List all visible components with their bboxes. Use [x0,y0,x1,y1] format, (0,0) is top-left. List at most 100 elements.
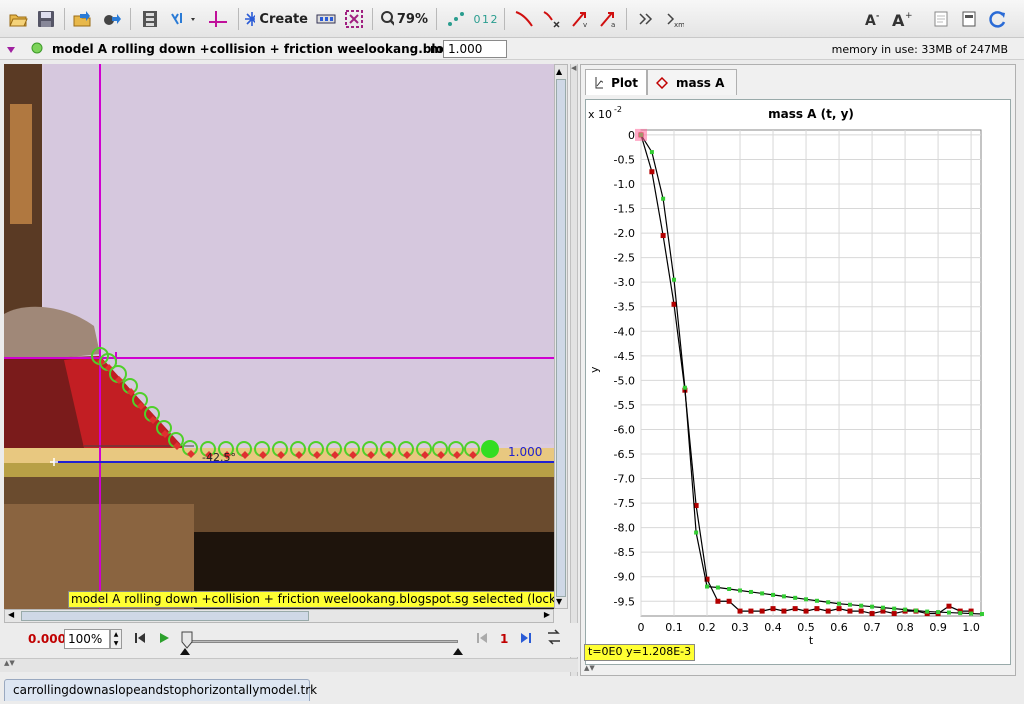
export-icon[interactable] [100,7,124,31]
mass-field[interactable] [443,40,507,58]
tape-value[interactable]: 1.000 [508,445,542,459]
refresh-icon[interactable] [986,7,1010,31]
model-point [672,277,677,282]
bottom-divider[interactable]: ▲▼ [0,658,578,672]
file-tab[interactable]: carrollingdownaslopeandstophorizontallym… [4,679,317,701]
x-tick-label: 0.4 [764,621,782,634]
model-point [771,592,776,597]
tab-plot[interactable]: Plot [585,69,647,95]
open-icon[interactable] [6,7,30,31]
svg-text:A: A [865,13,876,28]
zoom-icon [381,11,394,26]
data-point [748,608,754,614]
font-increase-icon[interactable]: A + [890,7,914,31]
save-icon[interactable] [34,7,58,31]
data-point [649,169,655,175]
plot-pane: Plot mass A 0 0.1 0.2 0.3 0.4 0.5 0.6 0.7 0.8 0.9… [580,64,1016,676]
import-icon[interactable] [70,7,94,31]
y-tick-label: -9.0 [614,571,635,584]
rate-spinner[interactable]: ▲ ▼ [110,629,122,649]
scroll-left-icon[interactable]: ◀ [8,610,14,619]
data-point [946,603,952,609]
step-back-icon[interactable] [476,631,488,648]
pane-expand-icon[interactable]: ▲▼ [584,664,595,672]
divider-left-icon[interactable]: ◀ [571,64,576,72]
model-point [793,595,798,600]
plot-readout: t=0E0 y=1.208E-3 [584,644,696,661]
tape-icon[interactable] [314,7,338,31]
play-icon[interactable] [158,631,170,648]
mass-label: m [430,42,443,56]
axes-icon[interactable] [206,7,230,31]
horizontal-thumb[interactable] [21,611,309,621]
plot-tab-icon [595,76,604,88]
tab-mass-a[interactable]: mass A [647,69,737,95]
calibration-points-icon[interactable]: 0 1 2 [472,7,498,31]
create-button[interactable]: Create [244,7,308,31]
svg-text:v: v [583,21,587,28]
font-decrease-icon[interactable]: A- [862,7,886,31]
mass-icon[interactable]: xm [662,7,686,31]
y-axis-label: y [588,366,601,373]
video-vertical-scrollbar[interactable]: ▲ ▼ [554,64,568,609]
rate-field[interactable] [64,629,110,649]
selected-point-highlight [635,128,647,141]
model-point [727,587,732,591]
end-marker-icon[interactable] [453,645,463,659]
zoom-button[interactable]: 79% [380,7,428,31]
track-menu-icon[interactable] [6,44,16,58]
notes-icon[interactable] [930,7,952,31]
trail-icon[interactable] [634,7,658,31]
acceleration-icon[interactable]: a [596,7,620,31]
x-tick-label: 1.0 [962,621,980,634]
frame-slider-track[interactable] [184,640,458,643]
scroll-up-icon[interactable]: ▲ [556,67,562,76]
video-panel[interactable]: -42.5° 1.000 model A rolling down +colli… [4,64,554,609]
video-horizontal-scrollbar[interactable]: ◀ ▶ [4,609,554,623]
start-marker-icon[interactable] [180,645,190,659]
scroll-down-icon[interactable]: ▼ [556,597,562,606]
x-axis-label: t [809,634,814,647]
vertical-thumb[interactable] [556,79,566,597]
velocity-icon[interactable]: v [568,7,592,31]
x-tick-label: 0.5 [797,621,815,634]
memory-status: memory in use: 33MB of 247MB [831,43,1008,56]
model-point [661,196,666,201]
properties-icon[interactable] [958,7,980,31]
y-tick-label: -5.0 [614,374,635,387]
clip-icon[interactable] [138,7,162,31]
model-point [847,602,852,607]
model-point [837,601,842,606]
step-size[interactable]: 1 [500,632,508,646]
data-point [803,608,809,614]
model-point [880,605,885,610]
bottom-divider-icon[interactable]: ▲▼ [4,659,15,667]
time-readout[interactable]: 0.000 [28,632,66,646]
step-forward-icon[interactable] [520,631,532,648]
y-tick-label: -5.5 [614,399,635,412]
model-point [870,604,875,609]
selection-status: model A rolling down +collision + fricti… [68,591,554,608]
scroll-right-icon[interactable]: ▶ [544,610,550,619]
autotrack-icon[interactable] [444,7,468,31]
y-tick-label: -3.5 [614,301,635,314]
y-tick-label: -1.0 [614,178,635,191]
chart-area: 0 0.1 0.2 0.3 0.4 0.5 0.6 0.7 0.8 0.9 1.0 0 -0.5 -1.0… [588,105,984,647]
data-point [891,611,897,617]
cross-icon[interactable] [342,7,366,31]
x-tick-label: 0.3 [731,621,749,634]
calibration-tools-icon[interactable] [168,7,200,31]
angle-readout: -42.5° [202,451,236,464]
create-icon [245,12,256,26]
tab-plot-label: Plot [611,75,638,90]
reset-icon[interactable] [134,631,146,648]
loop-icon[interactable] [546,629,562,648]
current-point [481,440,499,458]
track-dot-icon [30,41,44,58]
point-icon[interactable] [540,7,564,31]
track-line-icon[interactable] [512,7,536,31]
plot-box[interactable]: 0 0.1 0.2 0.3 0.4 0.5 0.6 0.7 0.8 0.9 1.0 0 -0.5 -1.0… [585,99,1011,665]
x-tick-label: 0.7 [863,621,881,634]
data-point [869,611,875,617]
split-divider[interactable]: ◀ [570,64,578,676]
